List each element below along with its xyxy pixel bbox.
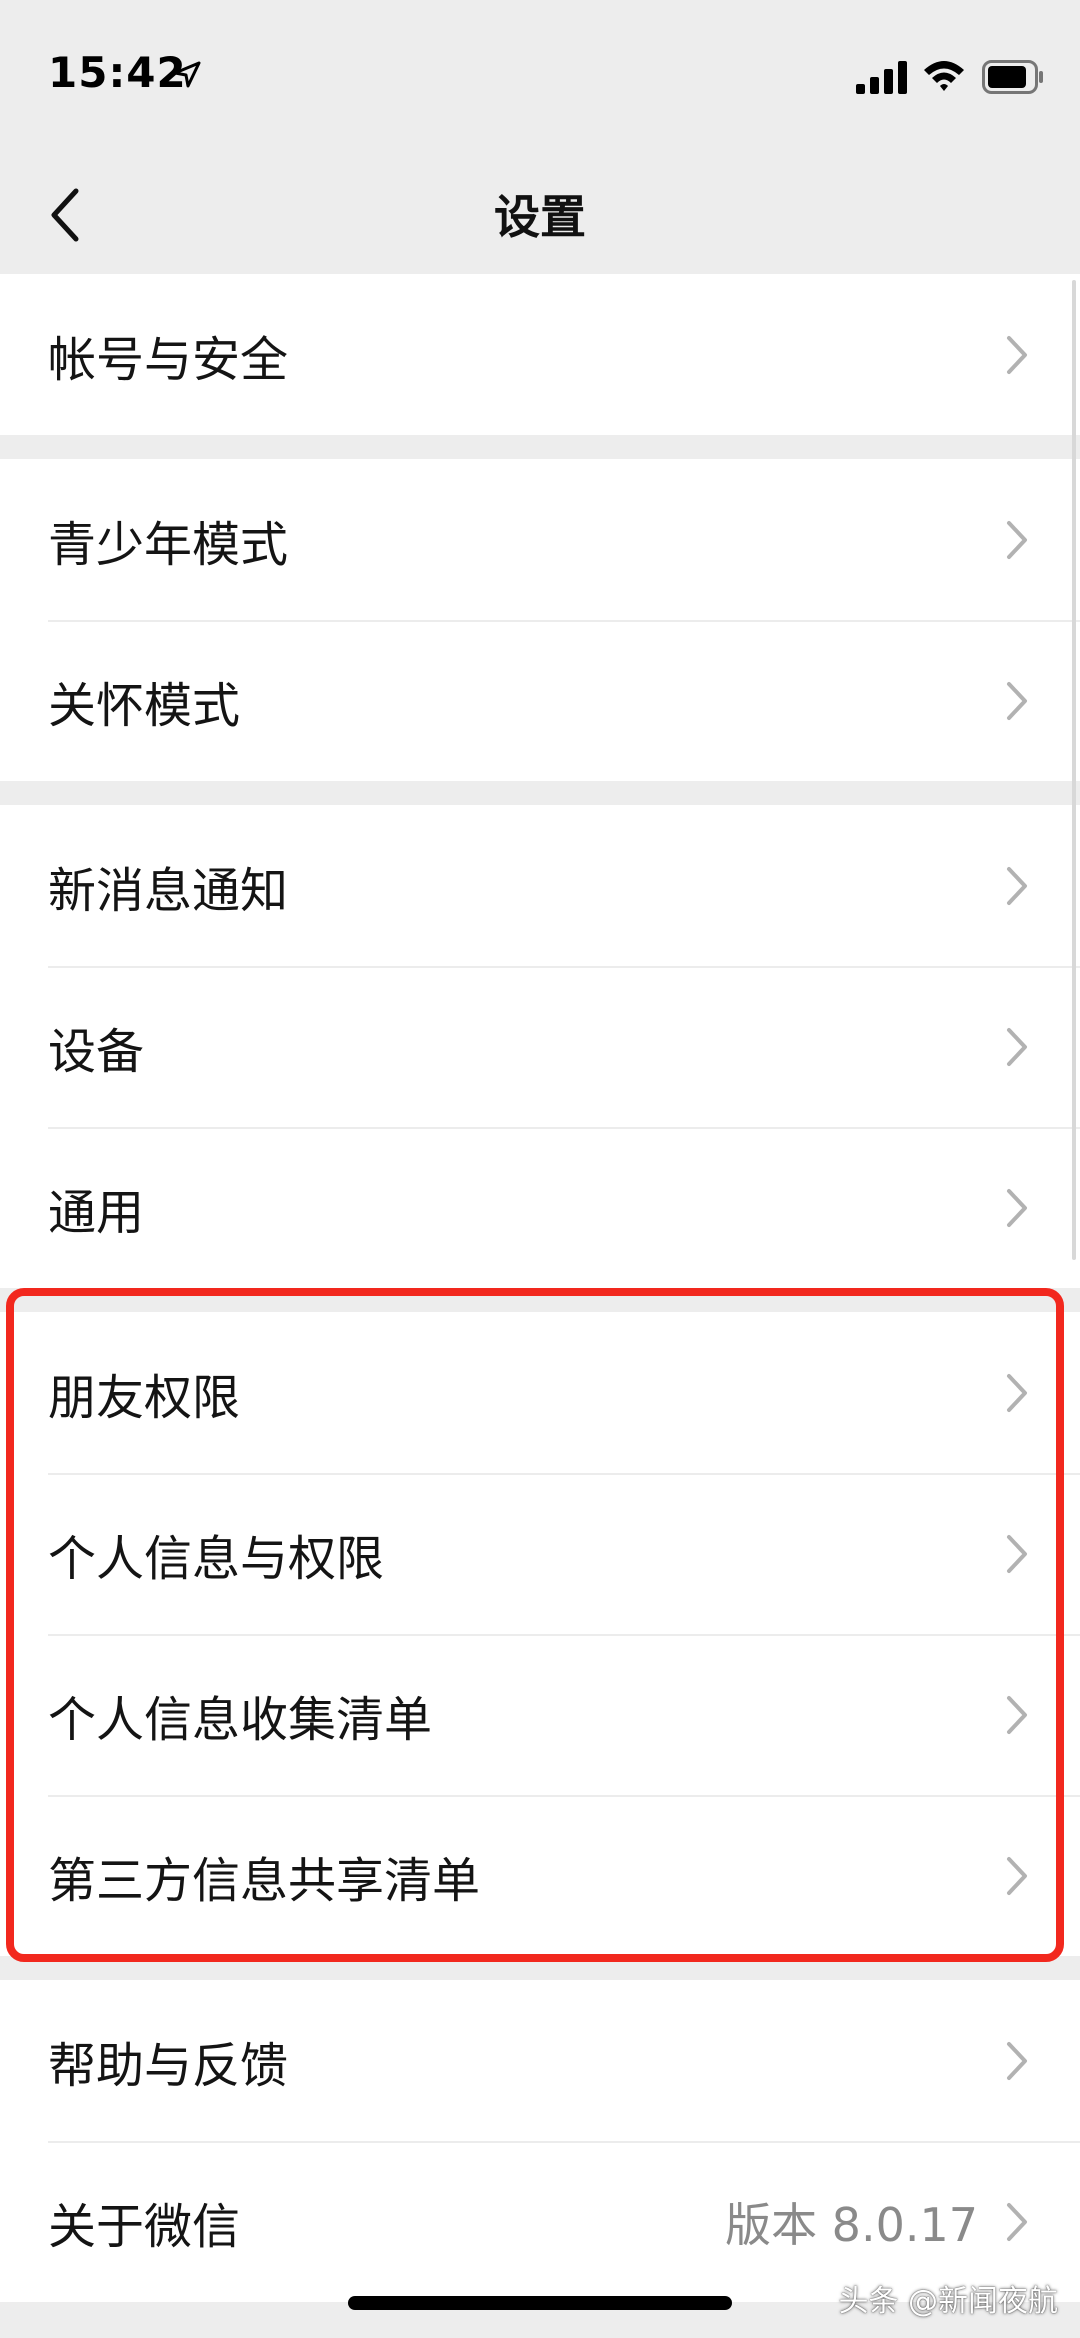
chevron-right-icon: [1007, 1856, 1027, 1895]
settings-item-general[interactable]: 通用: [0, 1127, 1080, 1288]
settings-list: 帐号与安全 青少年模式 关怀模式 新消息通知 设备 通用 朋友权限 个人信息与权…: [0, 274, 1080, 2302]
nav-bar: 设置: [0, 160, 1080, 274]
page-title: 设置: [494, 190, 586, 244]
settings-item-label: 帐号与安全: [48, 331, 289, 388]
settings-item-label: 通用: [48, 1184, 145, 1241]
chevron-right-icon: [1007, 1534, 1027, 1573]
chevron-right-icon: [1007, 2041, 1027, 2080]
group-divider: [0, 1288, 1080, 1312]
settings-item-notifications[interactable]: 新消息通知: [0, 805, 1080, 966]
version-text: 版本 8.0.17: [725, 2197, 978, 2252]
settings-item-label: 青少年模式: [48, 516, 289, 573]
watermark: 头条 @新闻夜航: [838, 2284, 1058, 2319]
chevron-right-icon: [1007, 1027, 1027, 1066]
status-time: 15:42: [48, 48, 187, 97]
status-bar: 15:42: [0, 0, 1080, 160]
settings-item-label: 设备: [48, 1023, 145, 1080]
chevron-right-icon: [1007, 335, 1027, 374]
settings-item-personal-info-list[interactable]: 个人信息收集清单: [0, 1634, 1080, 1795]
chevron-right-icon: [1007, 681, 1027, 720]
settings-item-label: 个人信息收集清单: [48, 1691, 433, 1748]
settings-item-label: 个人信息与权限: [48, 1530, 385, 1587]
settings-item-devices[interactable]: 设备: [0, 966, 1080, 1127]
group-divider: [0, 781, 1080, 805]
chevron-right-icon: [1007, 1188, 1027, 1227]
settings-item-help-feedback[interactable]: 帮助与反馈: [0, 1980, 1080, 2141]
home-indicator[interactable]: [348, 2296, 732, 2310]
group-divider: [0, 435, 1080, 459]
settings-item-label: 朋友权限: [48, 1369, 241, 1426]
signal-icon: [856, 61, 907, 94]
chevron-right-icon: [1007, 1695, 1027, 1734]
scroll-indicator: [1072, 280, 1076, 1260]
settings-item-label: 关于微信: [48, 2198, 241, 2255]
settings-item-label: 第三方信息共享清单: [48, 1852, 481, 1909]
chevron-right-icon: [1007, 520, 1027, 559]
settings-group-modes: 青少年模式 关怀模式: [0, 459, 1080, 781]
settings-item-third-party-sharing-list[interactable]: 第三方信息共享清单: [0, 1795, 1080, 1956]
settings-item-care-mode[interactable]: 关怀模式: [0, 620, 1080, 781]
settings-group-general: 新消息通知 设备 通用: [0, 805, 1080, 1288]
battery-icon: [982, 60, 1043, 94]
settings-group-privacy: 朋友权限 个人信息与权限 个人信息收集清单 第三方信息共享清单: [0, 1312, 1080, 1956]
settings-item-friend-permissions[interactable]: 朋友权限: [0, 1312, 1080, 1473]
settings-item-label: 帮助与反馈: [48, 2037, 289, 2094]
settings-item-label: 关怀模式: [48, 677, 241, 734]
settings-item-teen-mode[interactable]: 青少年模式: [0, 459, 1080, 620]
chevron-right-icon: [1007, 866, 1027, 905]
chevron-right-icon: [1007, 2202, 1027, 2241]
location-arrow-icon: [173, 61, 201, 88]
wifi-icon: [924, 61, 964, 91]
settings-group-account: 帐号与安全: [0, 274, 1080, 435]
settings-item-personal-info-permissions[interactable]: 个人信息与权限: [0, 1473, 1080, 1634]
settings-item-label: 新消息通知: [48, 862, 289, 919]
chevron-right-icon: [1007, 1373, 1027, 1412]
settings-group-about: 帮助与反馈 关于微信 版本 8.0.17: [0, 1980, 1080, 2302]
group-divider: [0, 1956, 1080, 1980]
settings-item-account-security[interactable]: 帐号与安全: [0, 274, 1080, 435]
